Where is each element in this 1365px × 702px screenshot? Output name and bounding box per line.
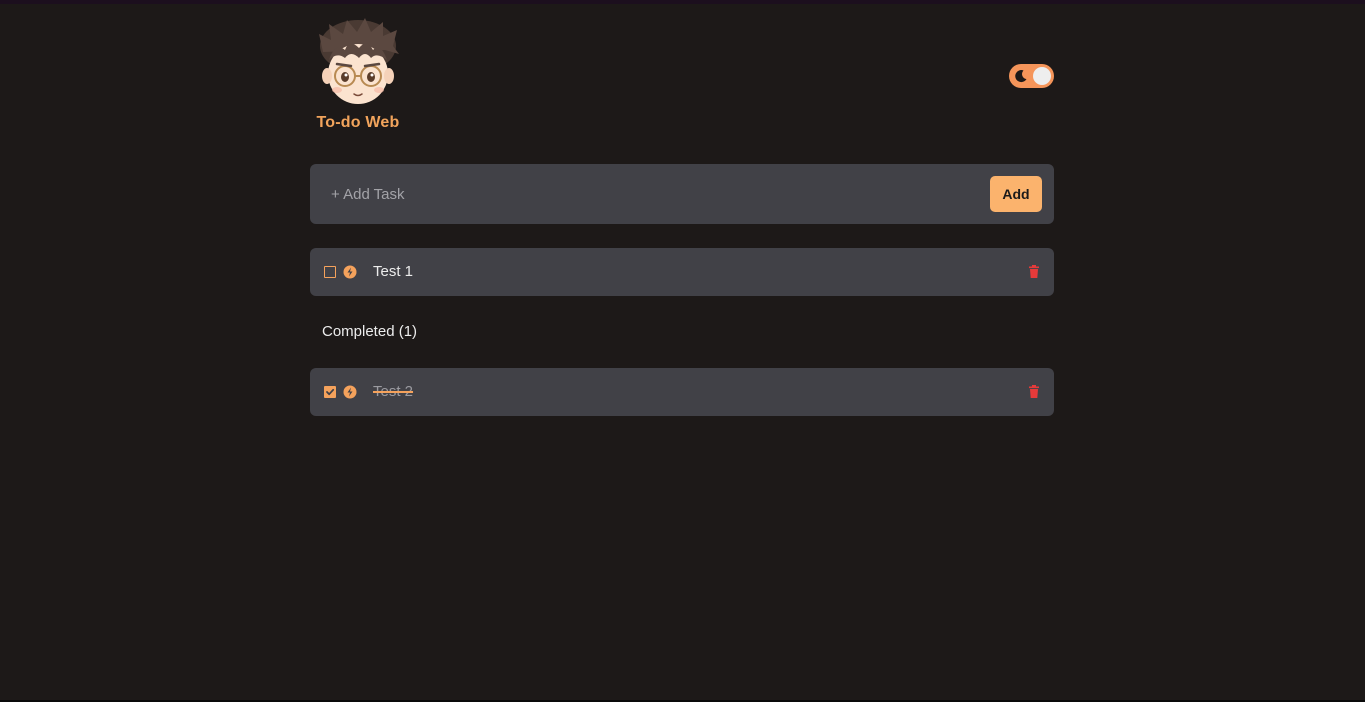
completed-section-heading[interactable]: Completed (1) [310, 296, 1054, 368]
moon-icon [1015, 70, 1027, 83]
avatar [319, 18, 399, 104]
bolt-icon[interactable] [343, 265, 357, 279]
bolt-icon[interactable] [343, 385, 357, 399]
task-checkbox-checked[interactable] [324, 386, 336, 398]
trash-icon[interactable] [1029, 265, 1039, 278]
toggle-knob [1033, 67, 1051, 85]
add-task-input[interactable] [320, 174, 1002, 214]
app-title: To-do Web [316, 114, 400, 131]
add-task-bar: Add [310, 164, 1054, 224]
check-icon [326, 388, 335, 396]
task-text[interactable]: Test 1 [373, 263, 413, 280]
app-container: To-do Web Add Test 1 Completed (1) [310, 0, 1054, 416]
app-header: To-do Web [310, 0, 1054, 164]
app-logo: To-do Web [310, 16, 406, 132]
theme-toggle[interactable] [1009, 64, 1054, 88]
add-task-button[interactable]: Add [990, 176, 1042, 212]
trash-icon[interactable] [1029, 385, 1039, 398]
task-item: Test 1 [310, 248, 1054, 296]
task-checkbox[interactable] [324, 266, 336, 278]
completed-task-item: Test 2 [310, 368, 1054, 416]
completed-task-text[interactable]: Test 2 [373, 383, 413, 400]
